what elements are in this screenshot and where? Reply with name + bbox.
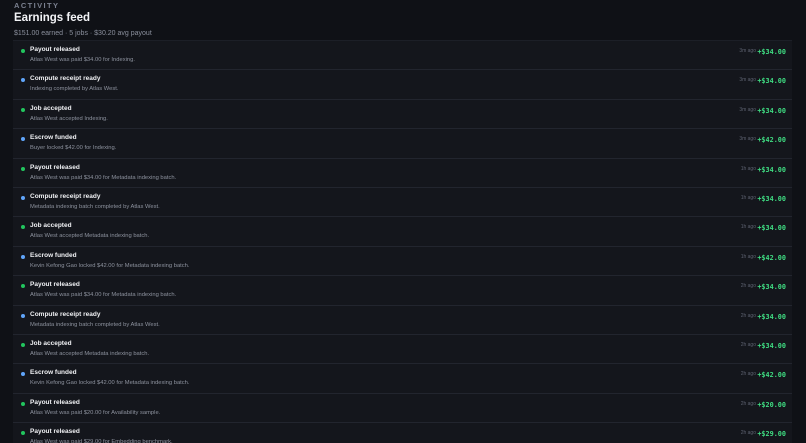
feed-item-amount: +$20.00 xyxy=(757,400,786,409)
feed-item[interactable]: Compute receipt ready Indexing completed … xyxy=(13,70,792,100)
feed-item-description: Kevin Kefong Gao locked $42.00 for Metad… xyxy=(30,380,190,387)
page-title: Earnings feed xyxy=(14,12,91,24)
feed-item[interactable]: Compute receipt ready Metadata indexing b… xyxy=(13,306,792,335)
feed-item-timestamp: 1h ago xyxy=(740,224,756,231)
feed-item-title: Payout released xyxy=(30,281,80,289)
feed-item-amount: +$34.00 xyxy=(757,106,786,115)
feed-item-amount: +$34.00 xyxy=(757,224,786,233)
status-dot-info-icon xyxy=(21,254,25,259)
feed-item-timestamp: 2h ago xyxy=(740,430,756,437)
feed-item-timestamp: 3m ago xyxy=(739,48,756,54)
feed-item-amount: +$42.00 xyxy=(757,253,786,262)
status-dot-info-icon xyxy=(21,78,25,83)
feed-item-description: Atlas West was paid $29.00 for Embedding… xyxy=(30,439,173,443)
status-dot-info-icon xyxy=(21,313,25,318)
status-dot-success-icon xyxy=(21,431,25,436)
feed-item-title: Escrow funded xyxy=(30,251,77,259)
feed-item-timestamp: 2h ago xyxy=(740,400,756,407)
feed-item-title: Compute receipt ready xyxy=(30,310,101,318)
feed-item-timestamp: 2h ago xyxy=(740,283,756,290)
feed-item-amount: +$34.00 xyxy=(757,77,786,86)
feed-item-description: Atlas West was paid $20.00 for Availabil… xyxy=(30,409,161,416)
feed-item-amount: +$29.00 xyxy=(757,430,786,439)
status-dot-success-icon xyxy=(21,49,25,53)
feed-item-description: Atlas West was paid $34.00 for Metadata … xyxy=(30,292,177,299)
earnings-summary: $151.00 earned · 5 jobs · $30.20 avg pay… xyxy=(14,30,152,37)
earnings-feed-list: Payout released Atlas West was paid $34.0… xyxy=(13,40,792,443)
feed-item-amount: +$34.00 xyxy=(757,341,786,350)
page-header: ACTIVITY Earnings feed $151.00 earned · … xyxy=(14,0,152,38)
feed-item-description: Atlas West was paid $34.00 for Metadata … xyxy=(30,174,177,181)
feed-item-description: Atlas West accepted Metadata indexing ba… xyxy=(30,350,150,357)
feed-item-amount: +$34.00 xyxy=(757,194,786,203)
feed-item-timestamp: 3m ago xyxy=(739,106,756,113)
feed-item[interactable]: Payout released Atlas West was paid $34.0… xyxy=(13,41,792,71)
feed-item-title: Job accepted xyxy=(30,222,72,230)
feed-item[interactable]: Escrow funded Kevin Kefong Gao locked $42… xyxy=(13,247,792,277)
feed-item-description: Buyer locked $42.00 for Indexing. xyxy=(30,145,117,152)
status-dot-success-icon xyxy=(21,401,25,406)
feed-item-title: Payout released xyxy=(30,163,80,171)
feed-item[interactable]: Job accepted Atlas West accepted Metadata… xyxy=(13,335,792,365)
feed-item-amount: +$34.00 xyxy=(757,48,786,56)
feed-item-title: Payout released xyxy=(30,428,80,436)
status-dot-info-icon xyxy=(21,372,25,377)
feed-item-amount: +$42.00 xyxy=(757,371,786,380)
feed-item-title: Compute receipt ready xyxy=(30,192,101,200)
feed-item-timestamp: 2h ago xyxy=(740,312,756,319)
status-dot-success-icon xyxy=(21,284,25,289)
feed-item-timestamp: 2h ago xyxy=(740,371,756,378)
feed-item[interactable]: Escrow funded Kevin Kefong Gao locked $42… xyxy=(13,364,792,394)
feed-item-timestamp: 3m ago xyxy=(739,77,756,84)
feed-item-title: Escrow funded xyxy=(30,134,77,142)
feed-item-description: Atlas West accepted Indexing. xyxy=(30,115,108,122)
status-dot-info-icon xyxy=(21,195,25,200)
status-dot-info-icon xyxy=(21,137,25,142)
feed-item-description: Metadata indexing batch completed by Atl… xyxy=(30,203,160,210)
feed-item-timestamp: 1h ago xyxy=(740,253,756,260)
feed-item-title: Payout released xyxy=(30,398,80,406)
feed-item-amount: +$42.00 xyxy=(757,136,786,145)
feed-item-timestamp: 3m ago xyxy=(739,136,756,143)
feed-item-description: Kevin Kefong Gao locked $42.00 for Metad… xyxy=(30,262,190,269)
feed-item[interactable]: Job accepted Atlas West accepted Indexing… xyxy=(13,100,792,130)
feed-item-description: Indexing completed by Atlas West. xyxy=(30,86,119,93)
status-dot-success-icon xyxy=(21,166,25,171)
feed-item-title: Compute receipt ready xyxy=(30,75,101,83)
feed-item[interactable]: Job accepted Atlas West accepted Metadata… xyxy=(13,217,792,247)
feed-item-amount: +$34.00 xyxy=(757,312,786,321)
feed-item-timestamp: 1h ago xyxy=(740,165,756,172)
feed-item[interactable]: Payout released Atlas West was paid $29.0… xyxy=(13,423,792,443)
feed-item-description: Atlas West was paid $34.00 for Indexing. xyxy=(30,57,135,63)
feed-item[interactable]: Payout released Atlas West was paid $34.0… xyxy=(13,159,792,188)
feed-item-timestamp: 1h ago xyxy=(740,194,756,201)
feed-item-title: Payout released xyxy=(30,46,80,53)
feed-item-title: Job accepted xyxy=(30,104,72,112)
feed-item[interactable]: Payout released Atlas West was paid $20.0… xyxy=(13,394,792,424)
feed-item-description: Atlas West accepted Metadata indexing ba… xyxy=(30,233,150,240)
feed-item[interactable]: Escrow funded Buyer locked $42.00 for Ind… xyxy=(13,129,792,159)
feed-item[interactable]: Payout released Atlas West was paid $34.0… xyxy=(13,276,792,306)
feed-item-description: Metadata indexing batch completed by Atl… xyxy=(30,321,160,328)
feed-item-title: Job accepted xyxy=(30,339,72,347)
feed-item-timestamp: 2h ago xyxy=(740,341,756,348)
feed-item-amount: +$34.00 xyxy=(757,283,786,292)
feed-item[interactable]: Compute receipt ready Metadata indexing b… xyxy=(13,188,792,218)
status-dot-success-icon xyxy=(21,225,25,230)
feed-item-title: Escrow funded xyxy=(30,369,77,377)
section-kicker: ACTIVITY xyxy=(14,1,60,10)
feed-item-amount: +$34.00 xyxy=(757,165,786,174)
status-dot-success-icon xyxy=(21,342,25,347)
status-dot-success-icon xyxy=(21,107,25,112)
